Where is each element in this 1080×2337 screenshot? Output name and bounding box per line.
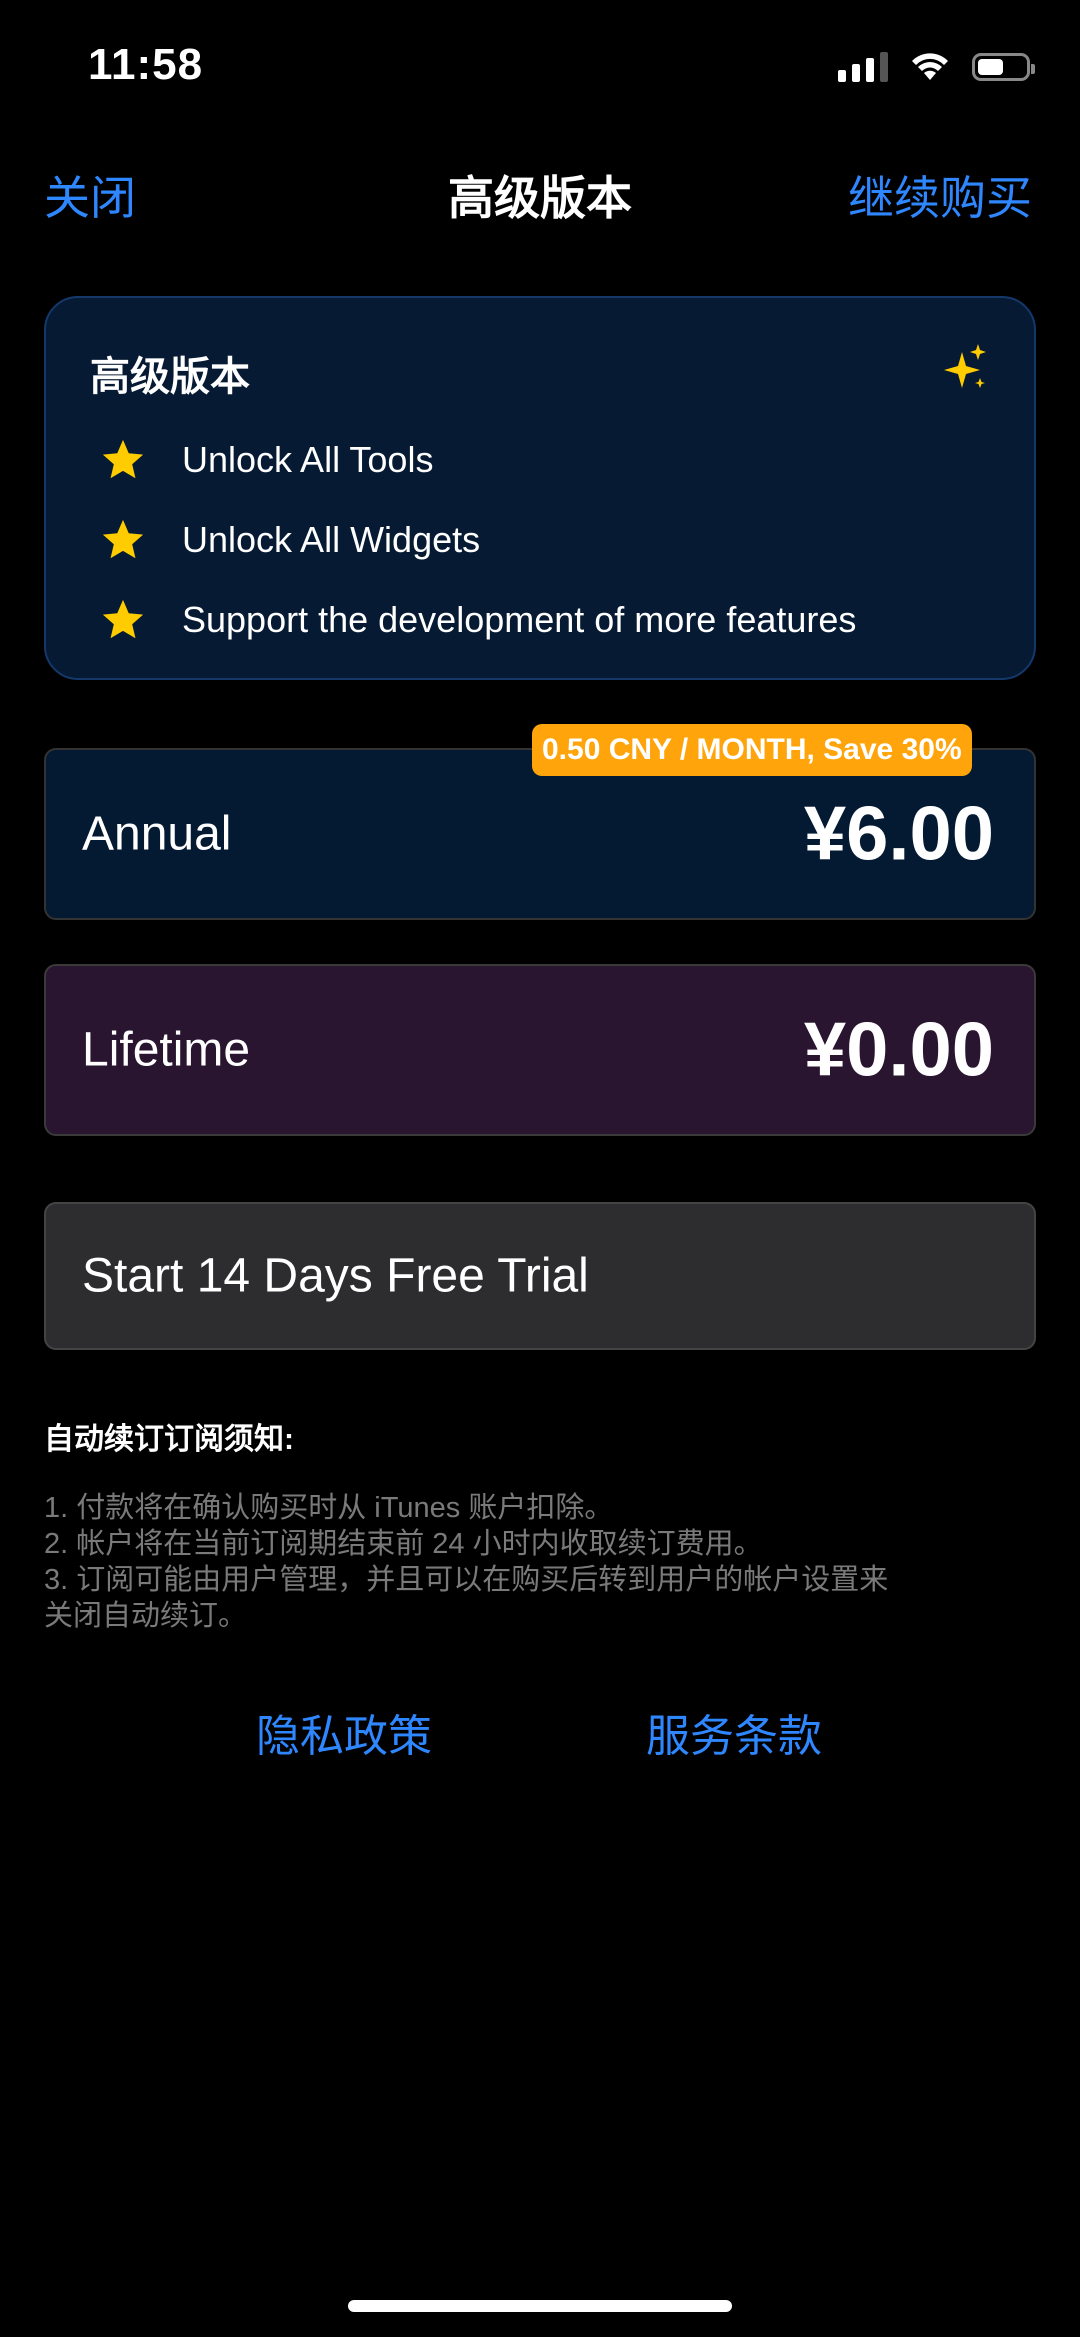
navigation-bar: 关闭 高级版本 继续购买 bbox=[0, 150, 1080, 230]
cellular-signal-icon bbox=[838, 52, 888, 82]
plan-name: Annual bbox=[82, 807, 232, 861]
status-time: 11:58 bbox=[88, 40, 204, 89]
feature-text: Support the development of more features bbox=[182, 599, 857, 640]
notice-line: 3. 订阅可能由用户管理，并且可以在购买后转到用户的帐户设置来 bbox=[44, 1564, 889, 1596]
free-trial-label: Start 14 Days Free Trial bbox=[82, 1249, 589, 1303]
plan-name: Lifetime bbox=[82, 1023, 251, 1077]
plan-price: ¥6.00 bbox=[803, 791, 994, 877]
notice-line: 2. 帐户将在当前订阅期结束前 24 小时内收取续订费用。 bbox=[44, 1528, 763, 1560]
savings-badge: 0.50 CNY / MONTH, Save 30% bbox=[532, 724, 972, 776]
feature-item: Support the development of more features bbox=[100, 580, 856, 660]
feature-item: Unlock All Widgets bbox=[100, 500, 856, 580]
notice-line: 关闭自动续订。 bbox=[44, 1600, 248, 1632]
star-icon bbox=[102, 599, 144, 639]
privacy-policy-link[interactable]: 隐私政策 bbox=[256, 1700, 432, 1764]
premium-features-card: 高级版本 Unlock All Tools Unlock All Widgets… bbox=[44, 296, 1036, 680]
subscription-notice: 1. 付款将在确认购买时从 iTunes 账户扣除。 2. 帐户将在当前订阅期结… bbox=[44, 1490, 1004, 1634]
status-bar: 11:58 bbox=[0, 0, 1080, 130]
feature-text: Unlock All Widgets bbox=[182, 519, 481, 560]
lifetime-plan-option[interactable]: Lifetime ¥0.00 bbox=[44, 964, 1036, 1136]
battery-icon bbox=[972, 53, 1035, 81]
feature-item: Unlock All Tools bbox=[100, 420, 856, 500]
home-indicator[interactable] bbox=[348, 2300, 732, 2312]
sparkles-icon bbox=[944, 344, 986, 388]
feature-list: Unlock All Tools Unlock All Widgets Supp… bbox=[100, 420, 856, 660]
notice-line: 1. 付款将在确认购买时从 iTunes 账户扣除。 bbox=[44, 1492, 614, 1524]
star-icon bbox=[102, 519, 144, 559]
terms-of-service-link[interactable]: 服务条款 bbox=[646, 1700, 822, 1764]
plan-price: ¥0.00 bbox=[803, 1007, 994, 1093]
star-icon bbox=[102, 439, 144, 479]
free-trial-button[interactable]: Start 14 Days Free Trial bbox=[44, 1202, 1036, 1350]
wifi-icon bbox=[912, 53, 948, 80]
continue-purchase-button[interactable]: 继续购买 bbox=[848, 162, 1032, 228]
status-icons bbox=[838, 52, 1035, 82]
feature-text: Unlock All Tools bbox=[182, 439, 434, 480]
premium-card-title: 高级版本 bbox=[90, 355, 250, 399]
battery-level bbox=[978, 59, 1003, 75]
subscription-notice-title: 自动续订订阅须知: bbox=[44, 1423, 294, 1456]
